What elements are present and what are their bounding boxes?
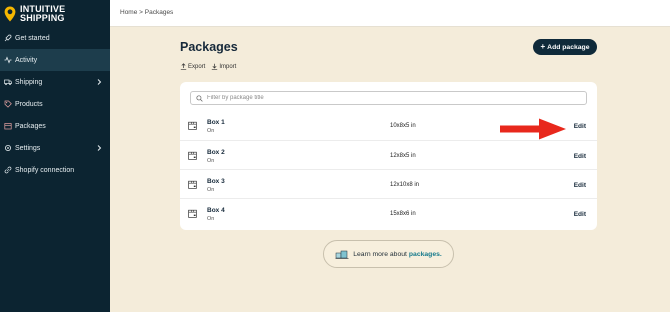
breadcrumb-home[interactable]: Home [120, 9, 137, 16]
sidebar-item-packages[interactable]: Packages [0, 115, 110, 137]
sidebar-item-label: Activity [15, 56, 38, 64]
package-dimensions: 12x10x8 in [390, 182, 420, 188]
box-icon [4, 122, 12, 130]
breadcrumb-current: Packages [144, 9, 174, 16]
package-dimensions: 10x8x5 in [390, 123, 416, 129]
page-title: Packages [180, 40, 238, 54]
sidebar-item-label: Products [15, 100, 43, 108]
package-status: On [207, 216, 215, 222]
sidebar-item-label: Get started [15, 34, 50, 42]
package-dimensions: 15x8x6 in [390, 211, 416, 217]
package-row[interactable]: Box 3 On 12x10x8 in Edit [180, 169, 597, 198]
package-status: On [207, 158, 215, 164]
location-pin-icon [4, 6, 16, 21]
edit-package-button[interactable]: Edit [574, 123, 586, 130]
sidebar-item-activity[interactable]: Activity [0, 49, 110, 71]
add-package-button[interactable]: + Add package [533, 39, 597, 55]
rocket-icon [4, 34, 12, 42]
package-title: Box 2 [207, 149, 225, 156]
package-status: On [207, 128, 215, 134]
search-field[interactable] [190, 91, 587, 105]
add-package-label: Add package [547, 43, 590, 51]
package-title: Box 1 [207, 119, 225, 126]
package-icon [188, 209, 197, 218]
breadcrumb-separator: > [139, 9, 143, 16]
learn-more-packages-link[interactable]: packages. [409, 251, 442, 258]
import-export-actions: Export Import [180, 63, 236, 70]
truck-icon [4, 78, 12, 86]
sidebar-item-label: Packages [15, 122, 46, 130]
red-arrow-icon [500, 118, 566, 140]
import-icon [212, 63, 218, 70]
package-status: On [207, 187, 215, 193]
sidebar-item-label: Shipping [15, 78, 43, 86]
activity-icon [4, 56, 12, 64]
brand-line-2: SHIPPING [20, 12, 65, 23]
export-label: Export [188, 63, 206, 70]
learn-more-prefix: Learn more about [353, 250, 407, 258]
import-label: Import [219, 63, 237, 70]
learn-more-link[interactable]: Learn more about packages. [323, 240, 454, 268]
gear-icon [4, 144, 12, 152]
edit-package-button[interactable]: Edit [574, 211, 586, 218]
sidebar-item-settings[interactable]: Settings [0, 137, 110, 159]
package-title: Box 4 [207, 207, 225, 214]
package-title: Box 3 [207, 178, 225, 185]
breadcrumb: Home > Packages [120, 9, 173, 16]
sidebar-item-label: Settings [15, 144, 41, 152]
package-icon [188, 151, 197, 160]
package-icon [188, 121, 197, 130]
sidebar-item-products[interactable]: Products [0, 93, 110, 115]
edit-package-button[interactable]: Edit [574, 182, 586, 189]
package-icon [188, 180, 197, 189]
link-icon [4, 166, 12, 174]
edit-package-button[interactable]: Edit [574, 153, 586, 160]
plus-icon: + [540, 42, 546, 51]
topbar: Home > Packages [110, 0, 670, 27]
export-button[interactable]: Export [180, 63, 205, 70]
brand-logo[interactable]: INTUITIVE SHIPPING [0, 0, 110, 27]
boxes-illustration-icon [335, 250, 349, 259]
sidebar: INTUITIVE SHIPPING Get started Activity … [0, 0, 110, 312]
package-row[interactable]: Box 2 On 12x8x5 in Edit [180, 140, 597, 169]
export-icon [180, 63, 187, 70]
package-dimensions: 12x8x5 in [390, 153, 416, 159]
tag-icon [4, 100, 12, 108]
sidebar-nav: Get started Activity Shipping Products P… [0, 27, 110, 181]
import-button[interactable]: Import [211, 63, 236, 70]
search-input[interactable] [207, 95, 567, 101]
sidebar-item-shopify-connection[interactable]: Shopify connection [0, 159, 110, 181]
sidebar-item-label: Shopify connection [15, 166, 75, 174]
search-icon [196, 94, 203, 102]
sidebar-item-get-started[interactable]: Get started [0, 27, 110, 49]
sidebar-item-shipping[interactable]: Shipping [0, 71, 110, 93]
chevron-right-icon [97, 79, 102, 85]
package-row[interactable]: Box 4 On 15x8x6 in Edit [180, 198, 597, 227]
packages-card: Box 1 On 10x8x5 in Edit Box 2 On 12x8x5 … [180, 82, 597, 230]
chevron-right-icon [97, 145, 102, 151]
